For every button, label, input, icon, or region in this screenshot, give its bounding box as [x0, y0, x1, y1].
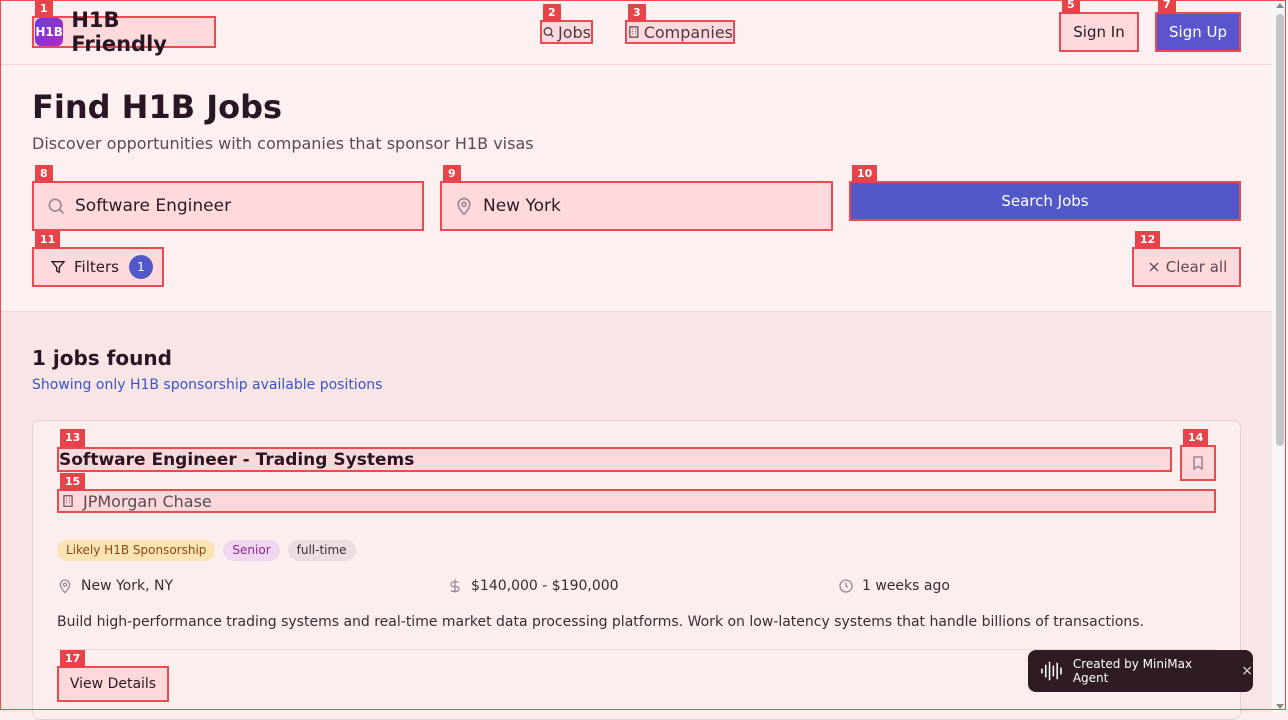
created-by-toast: Created by MiniMax Agent ×: [1028, 650, 1253, 692]
clear-all-label: Clear all: [1165, 258, 1228, 276]
job-title-link[interactable]: Software Engineer - Trading Systems: [57, 447, 1172, 472]
marker-label: 17: [60, 650, 86, 668]
brand-logo-link[interactable]: H1B H1B Friendly: [32, 8, 216, 56]
search-icon: [543, 27, 554, 38]
clock-icon: [839, 579, 853, 593]
scrollbar-thumb[interactable]: [1276, 14, 1284, 446]
job-salary: $140,000 - $190,000: [447, 578, 619, 594]
filters-count-badge: 1: [128, 255, 153, 279]
logo-mark: H1B: [35, 18, 64, 46]
marker-label: 10: [852, 165, 878, 183]
map-pin-icon: [457, 197, 471, 216]
marker-label: 15: [60, 473, 86, 491]
view-details-button[interactable]: View Details: [57, 666, 169, 702]
building-icon: [629, 26, 639, 38]
marker-label: 12: [1135, 231, 1161, 249]
job-posted: 1 weeks ago: [838, 578, 950, 594]
marker-label: 13: [60, 429, 86, 447]
marker-label: 5: [1062, 0, 1080, 14]
marker-label: 7: [1158, 0, 1176, 14]
company-name: JPMorgan Chase: [83, 491, 212, 511]
sign-in-button[interactable]: Sign In: [1059, 12, 1139, 52]
marker-label: 1: [35, 0, 53, 18]
nav-jobs-link[interactable]: Jobs: [540, 20, 593, 44]
keyword-input-value: Software Engineer: [75, 196, 232, 216]
filters-button[interactable]: Filters 1: [32, 247, 164, 287]
job-tags: Likely H1B Sponsorship Senior full-time: [57, 540, 356, 561]
marker-label: 9: [443, 165, 461, 183]
sign-up-button[interactable]: Sign Up: [1155, 12, 1241, 52]
clear-all-button[interactable]: Clear all: [1132, 247, 1241, 287]
marker-label: 2: [543, 4, 561, 22]
toast-close-button[interactable]: ×: [1241, 663, 1253, 679]
audio-wave-icon: [1041, 661, 1062, 681]
job-location-text: New York, NY: [81, 578, 174, 594]
toast-text: Created by MiniMax Agent: [1072, 657, 1193, 685]
marker-label: 11: [35, 231, 61, 249]
bookmark-icon: [1193, 456, 1203, 471]
results-count: 1 jobs found: [32, 346, 172, 370]
map-pin-icon: [59, 579, 71, 594]
scroll-up-arrow-icon[interactable]: [1276, 3, 1284, 8]
location-input-value: New York: [483, 196, 561, 216]
brand-name: H1B Friendly: [71, 8, 167, 56]
search-jobs-button[interactable]: Search Jobs: [849, 181, 1241, 221]
vertical-scrollbar[interactable]: [1272, 0, 1288, 712]
level-badge: Senior: [223, 540, 280, 561]
bookmark-button[interactable]: [1180, 445, 1216, 481]
building-icon: [63, 495, 73, 507]
page-subtitle: Discover opportunities with companies th…: [32, 134, 534, 153]
scroll-down-arrow-icon[interactable]: [1276, 704, 1284, 709]
nav-companies-link[interactable]: Companies: [625, 20, 735, 44]
job-description: Build high-performance trading systems a…: [57, 614, 1145, 630]
nav-jobs-label: Jobs: [558, 22, 591, 42]
marker-label: 3: [628, 4, 646, 22]
dollar-icon: [450, 579, 460, 593]
filters-label: Filters: [74, 258, 119, 276]
marker-label: 14: [1183, 429, 1209, 447]
results-note: Showing only H1B sponsorship available p…: [32, 377, 383, 393]
nav-companies-label: Companies: [643, 22, 733, 42]
company-link[interactable]: JPMorgan Chase: [57, 489, 1216, 513]
employment-type-badge: full-time: [287, 540, 356, 561]
close-icon: [1149, 262, 1159, 272]
search-icon: [48, 198, 65, 215]
job-posted-text: 1 weeks ago: [862, 578, 950, 594]
job-location: New York, NY: [57, 578, 173, 594]
sponsorship-badge: Likely H1B Sponsorship: [57, 540, 216, 561]
location-input[interactable]: New York: [440, 181, 833, 231]
job-salary-text: $140,000 - $190,000: [471, 578, 619, 594]
keyword-search-input[interactable]: Software Engineer: [32, 181, 424, 231]
marker-label: 8: [35, 165, 53, 183]
page-title: Find H1B Jobs: [32, 88, 283, 126]
filter-icon: [50, 261, 66, 274]
